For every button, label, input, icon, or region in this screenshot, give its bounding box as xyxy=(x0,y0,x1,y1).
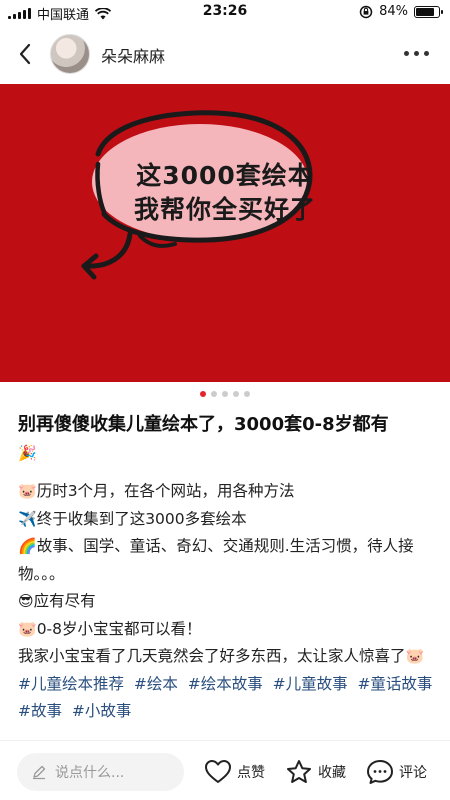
hashtag-link[interactable]: #小故事 xyxy=(72,702,132,720)
comment-label: 评论 xyxy=(399,765,427,781)
pig-icon: 🐷 xyxy=(405,647,425,665)
pig-icon: 🐷 xyxy=(18,619,37,638)
favorite-label: 收藏 xyxy=(318,765,346,781)
body-line-text: 我家小宝宝看了几天竟然会了好多东西，太让家人惊喜了 xyxy=(18,647,406,665)
cover-headline-line2: 我帮你全买好了 xyxy=(133,195,316,224)
hashtag-link[interactable]: #童话故事 xyxy=(357,675,432,693)
more-dot-icon xyxy=(404,50,409,56)
hashtag-link[interactable]: #绘本故事 xyxy=(188,675,263,693)
post-title-text: 别再傻傻收集儿童绘本了，3000套0-8岁都有 xyxy=(18,414,389,435)
body-line: ✈️终于收集到了这3000多套绘本 xyxy=(18,506,438,534)
pager-dot[interactable] xyxy=(222,391,228,397)
image-pager xyxy=(0,391,450,397)
star-icon xyxy=(287,760,311,783)
favorite-button[interactable]: 收藏 xyxy=(285,759,346,785)
chat-bubble-icon xyxy=(367,760,393,784)
heart-icon xyxy=(205,760,231,783)
body-paragraph: 我家小宝宝看了几天竟然会了好多东西，太让家人惊喜了🐷 #儿童绘本推荐 #绘本 #… xyxy=(18,643,438,726)
body-line-text: 0-8岁小宝宝都可以看！ xyxy=(36,619,202,638)
rainbow-icon: 🌈 xyxy=(18,537,37,555)
more-dot-icon xyxy=(414,50,419,56)
body-line: 🌈故事、国学、童话、奇幻、交通规则.生活习惯，待人接物。。。 xyxy=(18,533,438,588)
sunglasses-icon: 😎 xyxy=(18,592,34,610)
pager-dot[interactable] xyxy=(244,391,250,397)
rotation-lock-icon xyxy=(359,5,373,19)
airplane-icon: ✈️ xyxy=(18,509,37,528)
post-body: 🐷历时3个月，在各个网站，用各种方法 ✈️终于收集到了这3000多套绘本 🌈故事… xyxy=(18,478,438,726)
body-line-text: 应有尽有 xyxy=(33,592,96,610)
pencil-icon xyxy=(33,765,46,780)
pig-icon: 🐷 xyxy=(18,482,37,500)
pager-dot[interactable] xyxy=(233,391,239,397)
author-avatar[interactable] xyxy=(50,34,90,74)
battery-percent: 84% xyxy=(379,4,408,19)
post-header: 朵朵麻麻 xyxy=(0,24,450,84)
hashtag-link[interactable]: #儿童故事 xyxy=(273,675,348,693)
party-popper-icon: 🎉 xyxy=(18,444,37,462)
like-button[interactable]: 点赞 xyxy=(204,759,265,785)
back-button[interactable] xyxy=(12,40,40,68)
body-line: 🐷0-8岁小宝宝都可以看！ xyxy=(18,616,438,644)
author-name[interactable]: 朵朵麻麻 xyxy=(101,43,165,67)
body-line-text: 故事、国学、童话、奇幻、交通规则.生活习惯，待人接物。。。 xyxy=(18,537,414,583)
pager-dot[interactable] xyxy=(200,391,206,397)
hashtag-link[interactable]: #故事 xyxy=(18,702,62,720)
more-options-button[interactable] xyxy=(404,46,432,60)
cover-headline-line1: 这3000套绘本 xyxy=(136,161,314,190)
chevron-left-icon xyxy=(19,43,31,65)
battery-icon xyxy=(414,5,443,18)
bottom-action-bar: 说点什么... 点赞 收藏 评论 xyxy=(0,740,450,800)
more-dot-icon xyxy=(424,50,429,56)
comment-input[interactable]: 说点什么... xyxy=(17,753,184,791)
body-line-text: 历时3个月，在各个网站，用各种方法 xyxy=(36,482,295,500)
pager-dot[interactable] xyxy=(211,391,217,397)
status-bar: 中国联通 23:26 84% xyxy=(0,0,450,24)
hashtag-link[interactable]: #儿童绘本推荐 xyxy=(18,675,124,693)
cover-image[interactable]: 这3000套绘本 我帮你全买好了 xyxy=(0,84,450,382)
comment-placeholder: 说点什么... xyxy=(55,765,125,781)
comment-button[interactable]: 评论 xyxy=(366,759,427,785)
post-title: 别再傻傻收集儿童绘本了，3000套0-8岁都有 🎉 xyxy=(18,411,438,467)
like-label: 点赞 xyxy=(237,765,265,781)
body-line: 😎应有尽有 xyxy=(18,588,438,616)
hashtag-link[interactable]: #绘本 xyxy=(134,675,178,693)
body-line: 🐷历时3个月，在各个网站，用各种方法 xyxy=(18,478,438,506)
body-line-text: 终于收集到了这3000多套绘本 xyxy=(36,509,247,528)
